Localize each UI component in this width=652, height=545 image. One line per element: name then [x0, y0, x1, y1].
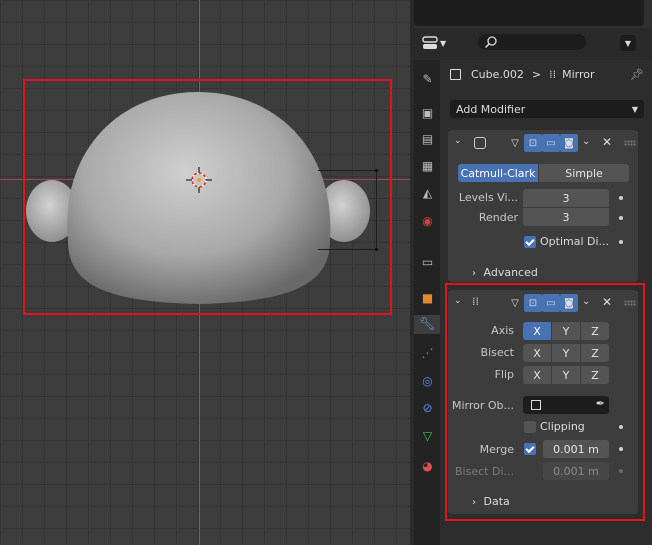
chevron-right-icon: › [472, 268, 476, 279]
scene-tab-icon[interactable]: ◭ [418, 183, 437, 202]
properties-editor-icon [422, 36, 438, 49]
optimal-display-checkbox[interactable] [524, 236, 536, 248]
simple-button[interactable]: Simple [539, 164, 629, 182]
physics-tab-icon[interactable]: ◎ [418, 371, 437, 390]
breadcrumb-object: Cube.002 [471, 67, 524, 81]
modifier-tab-wrench-icon[interactable]: 🔧︎ [414, 315, 440, 334]
search-icon [484, 36, 497, 49]
options-dropdown-button[interactable]: ▼ [620, 35, 636, 51]
viewport-toggle-icon[interactable]: ▭ [542, 134, 560, 152]
levels-viewport-field[interactable]: 3 [523, 189, 609, 207]
keyframe-dot[interactable] [619, 196, 623, 200]
chevron-down-icon: ▼ [624, 38, 632, 48]
subdivision-modifier-card: ⌄ ▽ ⊡ ▭ ◙ ⌄ ✕ Catmull-Clark Simple Level… [448, 130, 638, 282]
collapse-chevron-icon[interactable]: ⌄ [454, 136, 462, 146]
3d-cursor-icon[interactable] [186, 167, 212, 193]
catmull-clark-button[interactable]: Catmull-Clark [458, 164, 538, 182]
subsurf-modifier-icon [474, 137, 486, 149]
collection-tab-icon[interactable]: ▭ [418, 252, 437, 271]
mirror-panel-highlight-box [445, 283, 645, 521]
pin-icon[interactable]: 📌︎ [630, 68, 644, 81]
data-tab-icon[interactable]: ▽ [418, 426, 437, 445]
particles-tab-icon[interactable]: ⋰ [418, 343, 437, 362]
edit-mode-toggle-icon[interactable]: ▽ [506, 134, 524, 152]
add-modifier-dropdown[interactable]: Add Modifier ▼ [450, 100, 644, 118]
selection-highlight-box [23, 79, 392, 315]
outliner-strip [414, 0, 652, 28]
drag-handle-icon[interactable] [624, 140, 636, 146]
advanced-subpanel-toggle[interactable]: › Advanced [472, 266, 538, 279]
properties-tab-bar: ✎ ▣ ▤ ▦ ◭ ◉ ▭ ■ 🔧︎ ⋰ ◎ ⊘ ▽ ◕ [414, 60, 440, 545]
breadcrumb: Cube.002 > ⁞⁞ Mirror 📌︎ [450, 66, 646, 82]
keyframe-dot[interactable] [619, 240, 623, 244]
render-levels-field[interactable]: 3 [523, 208, 609, 226]
optimal-display-label: Optimal Di... [540, 235, 610, 248]
levels-viewport-label: Levels Vi... [458, 191, 518, 204]
chevron-down-icon: ▼ [440, 38, 447, 48]
object-tab-icon[interactable]: ■ [418, 288, 437, 307]
output-tab-icon[interactable]: ▤ [418, 129, 437, 148]
3d-viewport[interactable] [0, 0, 410, 545]
render-levels-label: Render [478, 211, 518, 224]
tool-tab-icon[interactable]: ✎ [418, 69, 437, 88]
view-layer-tab-icon[interactable]: ▦ [418, 156, 437, 175]
chevron-down-icon: ▼ [631, 104, 638, 114]
close-icon[interactable]: ✕ [602, 135, 612, 149]
render-tab-icon[interactable]: ▣ [418, 103, 437, 122]
material-tab-icon[interactable]: ◕ [418, 456, 437, 475]
mirror-modifier-icon: ⁞⁞ [549, 67, 557, 81]
keyframe-dot[interactable] [619, 216, 623, 220]
advanced-label: Advanced [483, 266, 538, 279]
add-modifier-label: Add Modifier [456, 102, 526, 116]
cage-toggle-icon[interactable]: ⊡ [524, 134, 542, 152]
world-tab-icon[interactable]: ◉ [418, 211, 437, 230]
breadcrumb-separator: > [531, 67, 542, 81]
mesh-object-icon [450, 68, 461, 80]
properties-header: ▼ ▼ [414, 28, 652, 60]
chevron-down-icon[interactable]: ⌄ [582, 136, 590, 147]
search-input[interactable] [478, 34, 586, 50]
breadcrumb-modifier: Mirror [562, 67, 595, 81]
editor-type-button[interactable]: ▼ [422, 34, 452, 52]
render-toggle-icon[interactable]: ◙ [560, 134, 578, 152]
constraints-tab-icon[interactable]: ⊘ [418, 398, 437, 417]
